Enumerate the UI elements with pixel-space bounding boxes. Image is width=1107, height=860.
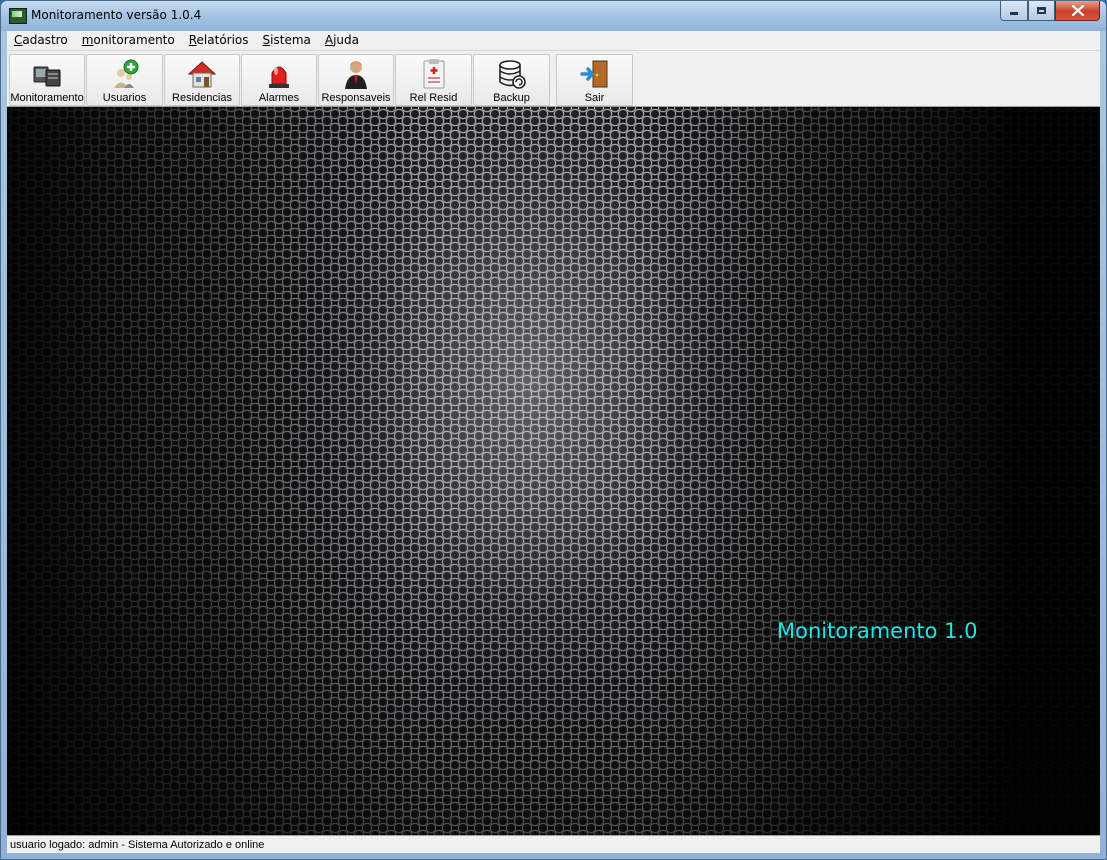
menu-ajuda[interactable]: Ajuda xyxy=(318,31,366,50)
computer-icon xyxy=(33,66,61,87)
toolbar-residencias-button[interactable]: Residencias xyxy=(164,54,240,106)
menu-cadastro[interactable]: Cadastro xyxy=(7,31,75,50)
status-text: usuario logado: admin - Sistema Autoriza… xyxy=(10,839,265,851)
menu-monitoramento-label: onitoramento xyxy=(93,33,175,47)
menu-cadastro-label: adastro xyxy=(22,33,68,47)
menu-relatorios-mnemonic: R xyxy=(188,33,197,47)
close-button[interactable] xyxy=(1055,1,1100,21)
app-icon xyxy=(9,8,27,24)
toolbar-monitoramento-label: Monitoramento xyxy=(10,92,84,104)
alarm-siren-icon xyxy=(269,66,289,88)
brand-text: Monitoramento 1.0 xyxy=(777,619,978,643)
maximize-button[interactable] xyxy=(1028,1,1055,21)
toolbar-rel-resid-button[interactable]: Rel Resid xyxy=(395,54,472,106)
close-icon xyxy=(1071,5,1084,16)
menu-monitoramento-mnemonic: m xyxy=(81,33,94,47)
database-backup-icon xyxy=(498,60,526,89)
maximize-icon xyxy=(1037,7,1046,14)
background-vignette xyxy=(7,107,1100,835)
minimize-icon xyxy=(1010,12,1018,15)
exit-door-icon xyxy=(579,60,607,88)
toolbar-backup-label: Backup xyxy=(493,92,530,104)
toolbar-responsaveis-label: Responsaveis xyxy=(321,92,391,104)
main-background-area: Monitoramento 1.0 xyxy=(7,107,1100,835)
toolbar-rel-resid-label: Rel Resid xyxy=(409,92,458,104)
menu-sistema-mnemonic: S xyxy=(262,33,271,47)
add-user-icon xyxy=(113,59,138,88)
toolbar-monitoramento-button[interactable]: Monitoramento xyxy=(9,54,85,106)
app-window: Monitoramento versão 1.0.4 Cadastro moni… xyxy=(0,0,1107,860)
title-bar[interactable]: Monitoramento versão 1.0.4 xyxy=(1,1,1106,31)
menu-sistema-label: istema xyxy=(270,33,311,47)
toolbar-usuarios-button[interactable]: Usuarios xyxy=(86,54,163,106)
toolbar-sair-label: Sair xyxy=(584,92,605,104)
window-title: Monitoramento versão 1.0.4 xyxy=(31,8,202,22)
menu-sistema[interactable]: Sistema xyxy=(256,31,318,50)
status-bar: usuario logado: admin - Sistema Autoriza… xyxy=(7,835,1100,853)
minimize-button[interactable] xyxy=(1000,1,1028,21)
menu-ajuda-mnemonic: A xyxy=(324,33,334,47)
menu-relatorios[interactable]: Relatórios xyxy=(182,31,256,50)
toolbar-sair-button[interactable]: Sair xyxy=(556,54,633,106)
toolbar-backup-button[interactable]: Backup xyxy=(473,54,550,106)
toolbar-residencias-label: Residencias xyxy=(172,92,232,104)
toolbar-alarmes-label: Alarmes xyxy=(258,92,300,104)
toolbar-alarmes-button[interactable]: Alarmes xyxy=(241,54,317,106)
person-suit-icon xyxy=(345,61,367,89)
report-clipboard-icon xyxy=(423,59,444,89)
menu-ajuda-label: juda xyxy=(333,33,360,47)
menu-bar: Cadastro monitoramento Relatórios Sistem… xyxy=(7,31,1100,51)
menu-monitoramento[interactable]: monitoramento xyxy=(75,31,182,50)
menu-relatorios-label: elatórios xyxy=(196,33,249,47)
toolbar-usuarios-label: Usuarios xyxy=(102,92,147,104)
toolbar: Monitoramento Usuarios Residencias Alarm… xyxy=(7,51,1100,107)
toolbar-responsaveis-button[interactable]: Responsaveis xyxy=(318,54,394,106)
house-icon xyxy=(187,61,217,88)
window-controls xyxy=(1000,1,1100,21)
